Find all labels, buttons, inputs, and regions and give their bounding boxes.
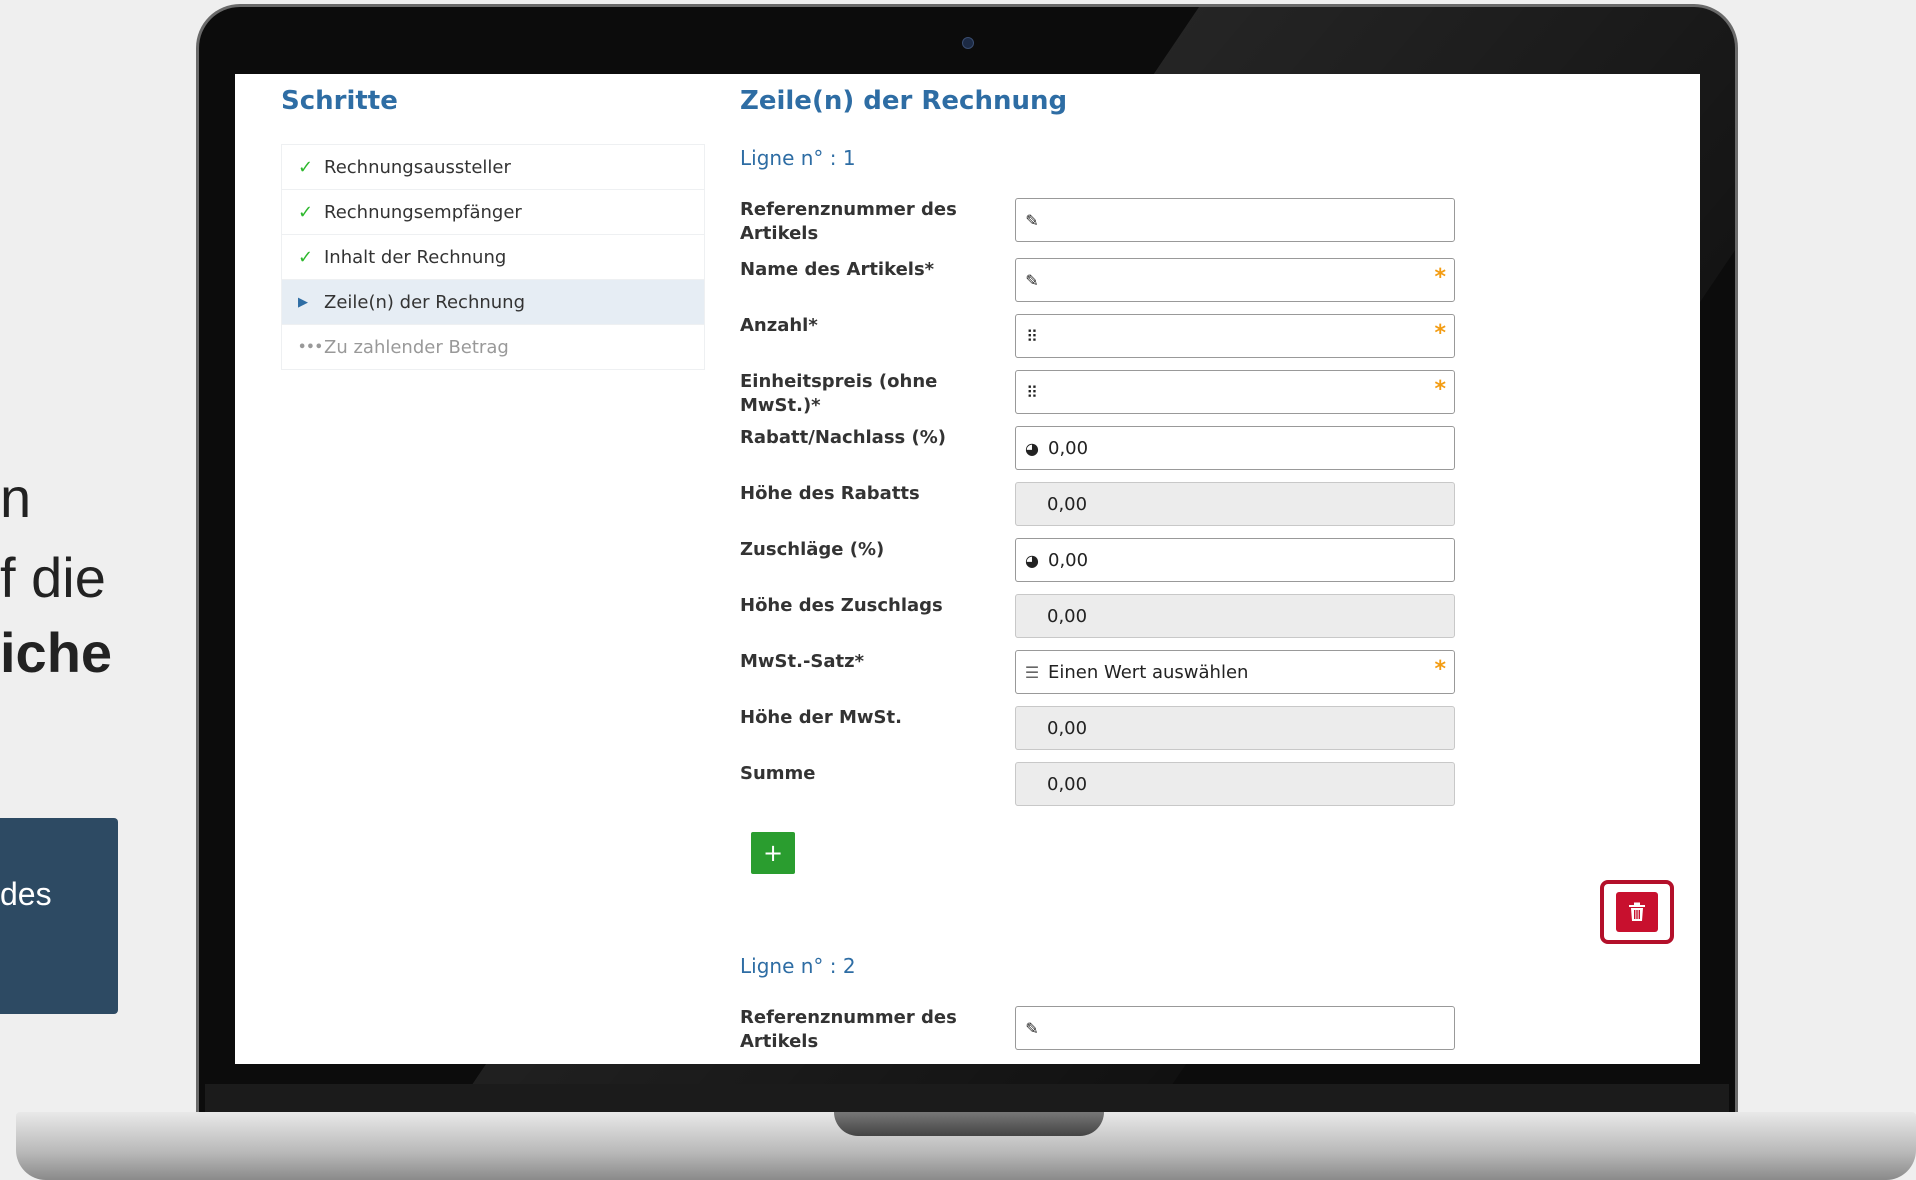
required-asterisk: * [1434, 265, 1446, 290]
check-icon: ✓ [298, 156, 314, 178]
required-asterisk: * [1434, 657, 1446, 682]
surcharge-pct-value: 0,00 [1048, 549, 1089, 571]
background-box-text: des [0, 876, 52, 912]
total-label: Summe [740, 763, 816, 784]
total-field: 0,00 [1015, 762, 1455, 806]
ellipsis-icon: ••• [298, 339, 323, 355]
vat-rate-label: MwSt.-Satz* [740, 651, 865, 672]
qty-input[interactable]: ⠿ * [1015, 314, 1455, 358]
vat-amt-label: Höhe der MwSt. [740, 707, 902, 728]
ref-input[interactable]: ✎ [1015, 198, 1455, 242]
steps-list: ✓ Rechnungsaussteller ✓ Rechnungsempfäng… [281, 144, 705, 370]
screen: Schritte ✓ Rechnungsaussteller ✓ Rechnun… [235, 74, 1700, 1064]
step-zeilen[interactable]: ▶ Zeile(n) der Rechnung [281, 280, 705, 325]
caret-right-icon: ▶ [298, 294, 308, 310]
surcharge-amt-value: 0,00 [1047, 605, 1088, 627]
vat-amt-field: 0,00 [1015, 706, 1455, 750]
steps-title: Schritte [281, 86, 398, 116]
step-rechnungsempfaenger[interactable]: ✓ Rechnungsempfänger [281, 190, 705, 235]
line-2-title: Ligne n° : 2 [740, 954, 856, 978]
pie-chart-icon: ◕ [1025, 438, 1039, 458]
pencil-icon: ✎ [1025, 1018, 1039, 1038]
ref-2-label: Referenznummer des Artikels [740, 1007, 957, 1052]
delete-line-highlight [1600, 880, 1674, 944]
vat-amt-value: 0,00 [1047, 717, 1088, 739]
delete-line-button[interactable] [1616, 892, 1658, 932]
step-label: Inhalt der Rechnung [324, 246, 507, 268]
step-rechnungsaussteller[interactable]: ✓ Rechnungsaussteller [281, 144, 705, 190]
required-asterisk: * [1434, 377, 1446, 402]
numpad-icon: ⠿ [1026, 326, 1038, 346]
step-label: Zeile(n) der Rechnung [324, 291, 526, 313]
pencil-icon: ✎ [1025, 210, 1039, 230]
qty-label: Anzahl* [740, 315, 818, 336]
total-value: 0,00 [1047, 773, 1088, 795]
pie-chart-icon: ◕ [1025, 550, 1039, 570]
camera-icon [962, 37, 974, 49]
name-input[interactable]: ✎ * [1015, 258, 1455, 302]
surcharge-pct-label: Zuschläge (%) [740, 539, 885, 560]
discount-amt-value: 0,00 [1047, 493, 1088, 515]
numpad-icon: ⠿ [1026, 382, 1038, 402]
list-icon: ☰ [1024, 662, 1040, 682]
discount-pct-label: Rabatt/Nachlass (%) [740, 427, 947, 448]
vat-rate-select[interactable]: ☰ Einen Wert auswählen * [1015, 650, 1455, 694]
discount-pct-value: 0,00 [1048, 437, 1089, 459]
name-label: Name des Artikels* [740, 259, 935, 280]
check-icon: ✓ [298, 246, 314, 268]
page-title: Zeile(n) der Rechnung [740, 86, 1068, 116]
vat-rate-value: Einen Wert auswählen [1048, 661, 1249, 683]
background-text-line-2: f die [0, 546, 106, 609]
discount-amt-label: Höhe des Rabatts [740, 483, 920, 504]
discount-pct-input[interactable]: ◕ 0,00 [1015, 426, 1455, 470]
step-label: Zu zahlender Betrag [324, 336, 509, 358]
check-icon: ✓ [298, 201, 314, 223]
surcharge-amt-label: Höhe des Zuschlags [740, 595, 943, 616]
step-label: Rechnungsaussteller [324, 156, 511, 178]
required-asterisk: * [1434, 321, 1446, 346]
line-1-title: Ligne n° : 1 [740, 146, 856, 170]
surcharge-amt-field: 0,00 [1015, 594, 1455, 638]
laptop-notch [834, 1112, 1104, 1136]
step-zu-zahlender-betrag[interactable]: ••• Zu zahlender Betrag [281, 325, 705, 370]
ref-2-input[interactable]: ✎ [1015, 1006, 1455, 1050]
unit-price-input[interactable]: ⠿ * [1015, 370, 1455, 414]
pencil-icon: ✎ [1025, 270, 1039, 290]
surcharge-pct-input[interactable]: ◕ 0,00 [1015, 538, 1455, 582]
step-label: Rechnungsempfänger [324, 201, 522, 223]
add-line-button[interactable]: + [751, 832, 795, 874]
background-text-line-3: iche [0, 621, 113, 684]
discount-amt-field: 0,00 [1015, 482, 1455, 526]
step-inhalt[interactable]: ✓ Inhalt der Rechnung [281, 235, 705, 280]
background-info-box: des [0, 818, 118, 1014]
trash-icon [1629, 902, 1645, 921]
ref-label: Referenznummer des Artikels [740, 199, 957, 244]
unit-price-label: Einheitspreis (ohne MwSt.)* [740, 371, 938, 416]
background-text-line-1: n [0, 466, 32, 529]
